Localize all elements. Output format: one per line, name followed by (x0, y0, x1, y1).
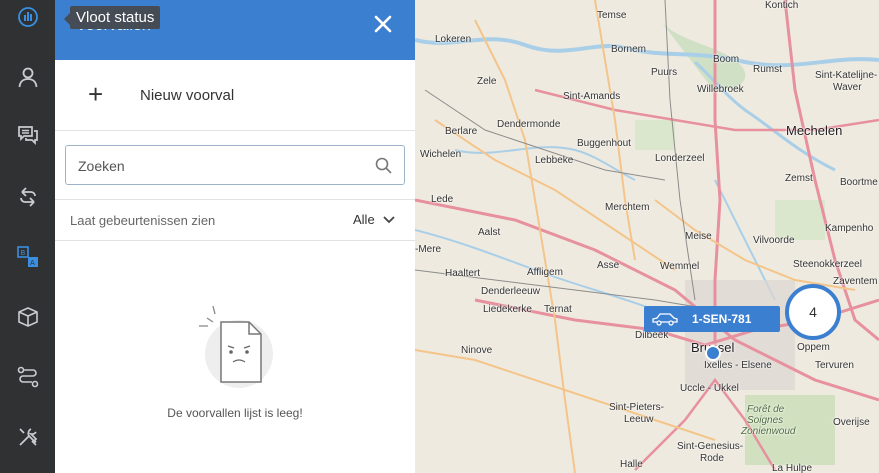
map-label: Asse (597, 260, 620, 271)
map-label: Tervuren (815, 360, 854, 371)
map-label: Sint-Katelijne- (815, 70, 878, 81)
map-label: Zemst (785, 173, 813, 184)
map-label: Willebroek (697, 84, 744, 95)
map-label: Aalst (478, 227, 501, 238)
car-icon (652, 313, 678, 326)
map-label: Lokeren (435, 34, 472, 45)
fleet-status-tooltip: Vloot status (63, 6, 161, 29)
map-label: Mechelen (786, 123, 843, 138)
map-label: Dendermonde (497, 119, 561, 130)
map-label: Liedekerke (483, 304, 532, 315)
map-label: Temse (597, 10, 627, 21)
rail-item-translations[interactable]: BA (0, 230, 55, 288)
map-label: Buggenhout (577, 138, 631, 149)
rail-item-users[interactable] (0, 50, 55, 108)
events-filter-row: Laat gebeurtenissen zien Alle (55, 199, 415, 241)
svg-text:B: B (20, 249, 25, 257)
map-label: Vilvoorde (753, 235, 795, 246)
rail-item-fleet-status[interactable] (0, 0, 55, 48)
events-filter-select[interactable]: Alle (353, 212, 395, 227)
plus-icon: + (88, 79, 104, 109)
vehicle-plate: 1-SEN-781 (692, 312, 752, 326)
map-label: Sint-Pieters- (609, 402, 665, 413)
map-label: Zele (477, 76, 497, 87)
chart-icon (17, 6, 39, 33)
search-box (65, 145, 405, 185)
map-label: La Hulpe (772, 463, 813, 473)
map-label: Sint-Genesius- (677, 441, 744, 452)
filter-label: Laat gebeurtenissen zien (70, 213, 216, 228)
map-label: Kontich (765, 0, 799, 11)
map-label: Zaventem (833, 276, 878, 287)
new-incident-label: Nieuw voorval (140, 87, 235, 104)
map-label: Berlare (445, 126, 478, 137)
map-label: Ixelles - Elsene (704, 360, 772, 371)
rail-item-tools[interactable] (0, 410, 55, 468)
vehicle-position-marker[interactable] (705, 345, 721, 361)
map-label: Forêt de (747, 404, 785, 415)
map-label: Steenokkerzeel (793, 259, 862, 270)
map-label: Wichelen (420, 149, 462, 160)
map-view[interactable]: Temse Kontich Lokeren Boom Rumst Bornem … (415, 0, 879, 473)
map-label: Halle (620, 459, 643, 470)
rail-item-messages[interactable] (0, 108, 55, 166)
map-label: Lede (431, 194, 454, 205)
chat-icon (17, 124, 39, 151)
map-label: Uccle - Ukkel (680, 383, 739, 394)
vehicle-marker-label[interactable]: 1-SEN-781 (644, 306, 780, 332)
filter-value: Alle (353, 212, 375, 227)
map-label: Bornem (611, 44, 647, 55)
svg-text:A: A (30, 259, 35, 267)
map-label: Sint-Amands (563, 91, 621, 102)
empty-list-message: De voorvallen lijst is leeg! (167, 406, 303, 420)
map-label: Rumst (753, 64, 782, 75)
map-label: Denderleeuw (481, 286, 540, 297)
map-label: Affligem (527, 267, 563, 278)
map-label: Rode (700, 453, 724, 464)
rail-item-routes[interactable] (0, 350, 55, 408)
map-label: Meise (685, 231, 712, 242)
refresh-icon (17, 186, 39, 213)
map-label: Waver (833, 82, 862, 93)
incidents-panel: Voorvallen Vloot status + Nieuw voorval … (55, 0, 415, 473)
map-label: Boortme (840, 177, 878, 188)
map-label: Oppem (797, 342, 830, 353)
chevron-down-icon (383, 215, 395, 223)
panel-header: Voorvallen Vloot status (55, 0, 415, 60)
vehicle-cluster-marker[interactable]: 4 (785, 284, 841, 340)
map-label: Wemmel (660, 261, 700, 272)
map-label: Puurs (651, 67, 678, 78)
close-button[interactable] (371, 12, 395, 36)
map-label: Kampenho (825, 223, 874, 234)
route-icon (17, 366, 39, 393)
empty-document-icon (199, 305, 273, 388)
map-label: -Mere (415, 244, 442, 255)
user-icon (17, 66, 39, 93)
map-label: Merchtem (605, 202, 650, 213)
new-incident-button[interactable]: + Nieuw voorval (55, 60, 415, 131)
translate-icon: BA (16, 245, 39, 273)
rail-item-sync[interactable] (0, 170, 55, 228)
map-label: Overijse (833, 417, 870, 428)
map-label: Lebbeke (535, 155, 574, 166)
map-label: Ninove (461, 345, 493, 356)
map-label: Soignes (747, 415, 784, 426)
map-label: Boom (713, 54, 740, 65)
rail-item-packages[interactable] (0, 290, 55, 348)
map-label: Leeuw (624, 414, 654, 425)
close-icon (374, 15, 392, 33)
map-label: Haaltert (445, 268, 481, 279)
map-label: Londerzeel (655, 153, 705, 164)
tools-icon (17, 426, 39, 453)
cluster-count: 4 (809, 304, 817, 320)
box-icon (17, 306, 39, 333)
map-label: Zonienwoud (741, 426, 796, 437)
side-rail: BA (0, 0, 55, 473)
map-label: Ternat (544, 304, 572, 315)
search-icon[interactable] (375, 157, 392, 174)
search-input[interactable] (76, 155, 370, 177)
